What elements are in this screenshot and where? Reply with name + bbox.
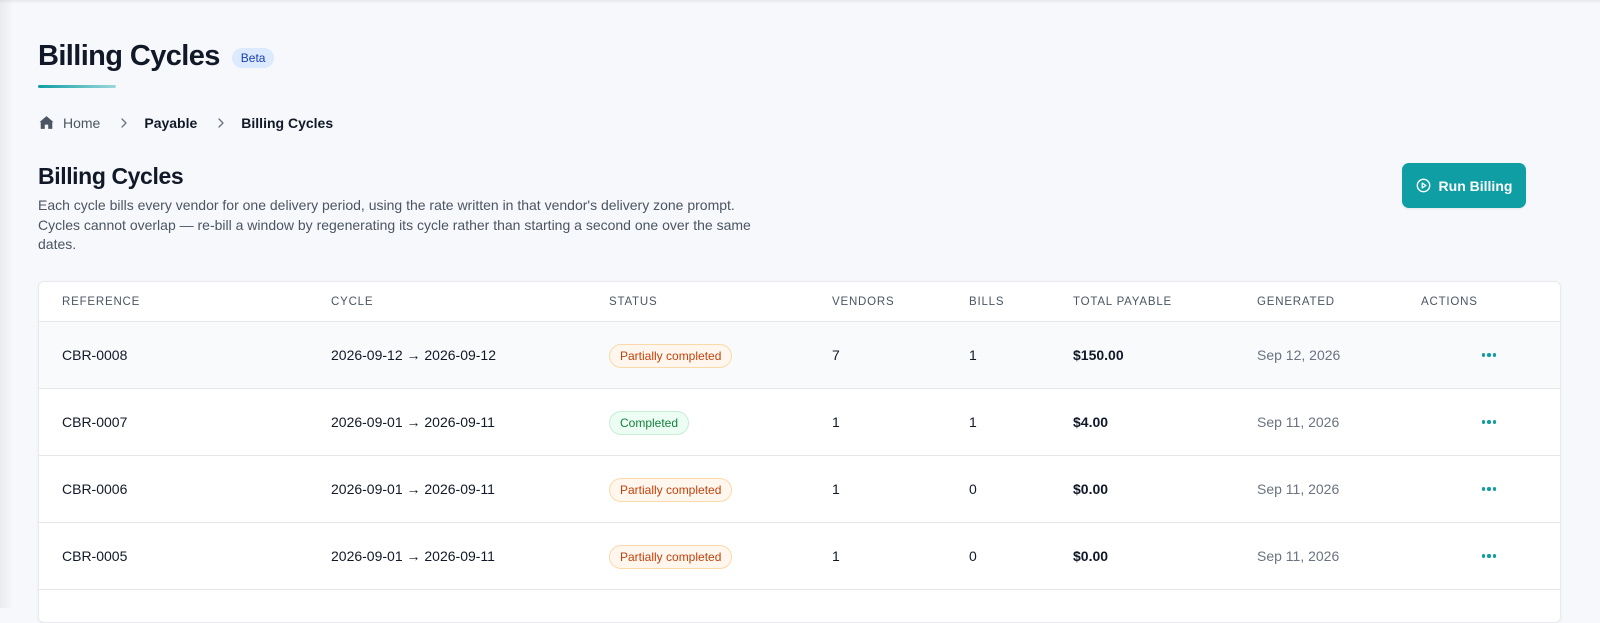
- top-shadow: [0, 0, 1600, 4]
- page-title: Billing Cycles: [38, 40, 220, 72]
- column-header-cycle[interactable]: CYCLE: [331, 296, 373, 308]
- breadcrumb: Home Payable Billing Cycles: [38, 114, 333, 131]
- table-row[interactable]: CBR-0006 2026-09-01 → 2026-09-11 Partial…: [39, 456, 1560, 523]
- cell-bills: 1: [969, 347, 977, 363]
- left-shade: [0, 0, 14, 608]
- run-billing-label: Run Billing: [1438, 177, 1513, 194]
- cell-total-payable: $4.00: [1073, 414, 1109, 430]
- section-description: Each cycle bills every vendor for one de…: [38, 197, 751, 252]
- breadcrumb-home-label: Home: [63, 114, 101, 131]
- more-actions-button[interactable]: [1478, 479, 1500, 499]
- breadcrumb-current: Billing Cycles: [241, 114, 334, 131]
- cell-generated: Sep 11, 2026: [1257, 414, 1340, 430]
- column-header-reference[interactable]: REFERENCE: [62, 296, 140, 308]
- cell-reference: CBR-0006: [62, 481, 128, 497]
- cell-cycle: 2026-09-01 → 2026-09-11: [331, 548, 495, 564]
- breadcrumb-payable-link[interactable]: Payable: [144, 115, 197, 131]
- beta-badge: Beta: [231, 47, 275, 68]
- column-header-total-payable[interactable]: TOTAL PAYABLE: [1073, 296, 1172, 308]
- cell-bills: 0: [969, 548, 977, 564]
- cell-reference: CBR-0008: [62, 347, 128, 363]
- cell-total-payable: $0.00: [1073, 548, 1109, 564]
- more-actions-button[interactable]: [1478, 546, 1500, 566]
- status-badge: Partially completed: [609, 545, 733, 569]
- more-horizontal-icon: [1481, 353, 1486, 357]
- chevron-right-icon: [218, 117, 224, 128]
- status-badge: Partially completed: [609, 344, 733, 368]
- more-horizontal-icon: [1481, 420, 1486, 424]
- more-horizontal-icon: [1481, 554, 1486, 558]
- table-row[interactable]: CBR-0007 2026-09-01 → 2026-09-11 Complet…: [39, 389, 1560, 456]
- cell-bills: 0: [969, 481, 977, 497]
- column-header-status[interactable]: STATUS: [609, 296, 657, 308]
- play-circle-icon: [1416, 178, 1430, 193]
- section-title: Billing Cycles: [38, 163, 184, 189]
- billing-cycles-table: REFERENCE CYCLE STATUS VENDORS BILLS TOT…: [38, 281, 1561, 623]
- cell-total-payable: $0.00: [1073, 481, 1109, 497]
- title-underline: [38, 85, 116, 88]
- cell-generated: Sep 12, 2026: [1257, 347, 1341, 363]
- more-horizontal-icon: [1481, 487, 1486, 491]
- table-row[interactable]: CBR-0008 2026-09-12 → 2026-09-12 Partial…: [39, 322, 1560, 389]
- table-header: REFERENCE CYCLE STATUS VENDORS BILLS TOT…: [39, 282, 1560, 322]
- home-icon: [39, 116, 54, 129]
- cell-vendors: 1: [832, 414, 840, 430]
- cell-generated: Sep 11, 2026: [1257, 481, 1340, 497]
- run-billing-button[interactable]: Run Billing: [1402, 163, 1526, 208]
- column-header-generated[interactable]: GENERATED: [1257, 296, 1335, 308]
- breadcrumb-home-link[interactable]: Home: [38, 114, 100, 131]
- cell-cycle: 2026-09-01 → 2026-09-11: [331, 481, 495, 497]
- cell-generated: Sep 11, 2026: [1257, 548, 1340, 564]
- column-header-actions: ACTIONS: [1421, 296, 1478, 308]
- cell-total-payable: $150.00: [1073, 347, 1124, 363]
- cell-cycle: 2026-09-01 → 2026-09-11: [331, 414, 495, 430]
- cell-reference: CBR-0005: [62, 548, 128, 564]
- table-row[interactable]: CBR-0005 2026-09-01 → 2026-09-11 Partial…: [39, 523, 1560, 590]
- cell-vendors: 7: [832, 347, 840, 363]
- more-actions-button[interactable]: [1478, 345, 1500, 365]
- cell-vendors: 1: [832, 481, 840, 497]
- chevron-right-icon: [121, 117, 128, 128]
- status-badge: Completed: [609, 411, 690, 435]
- cell-reference: CBR-0007: [62, 414, 128, 430]
- column-header-bills[interactable]: BILLS: [969, 296, 1004, 308]
- cell-bills: 1: [969, 414, 977, 430]
- status-badge: Partially completed: [609, 478, 733, 502]
- more-actions-button[interactable]: [1478, 412, 1500, 432]
- cell-cycle: 2026-09-12 → 2026-09-12: [331, 347, 497, 363]
- column-header-vendors[interactable]: VENDORS: [832, 296, 894, 308]
- title-row: Billing Cycles Beta: [38, 40, 275, 73]
- cell-vendors: 1: [832, 548, 840, 564]
